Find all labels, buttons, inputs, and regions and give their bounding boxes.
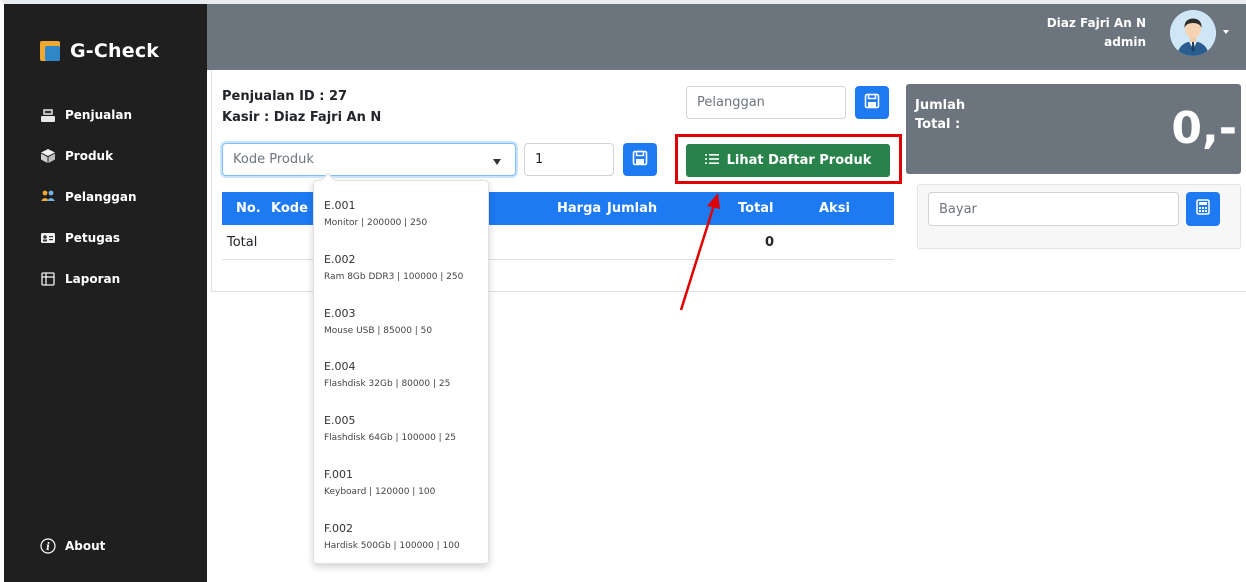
- report-icon: [40, 271, 56, 287]
- column-header-no: No.: [236, 201, 261, 216]
- jumlah-label: Jumlah: [915, 98, 966, 113]
- calculator-icon: [1196, 199, 1210, 219]
- user-role: admin: [1104, 35, 1146, 49]
- quantity-input[interactable]: 1: [524, 143, 614, 176]
- column-header-aksi: Aksi: [819, 201, 850, 216]
- chevron-down-icon[interactable]: [1223, 30, 1229, 34]
- chevron-down-icon: [493, 159, 501, 165]
- annotation-highlight-box: [675, 134, 902, 184]
- total-row-value: 0: [765, 235, 775, 250]
- quantity-value: 1: [535, 152, 544, 167]
- sidebar-item-laporan[interactable]: Laporan: [40, 258, 137, 299]
- column-header-harga: Harga: [557, 201, 602, 216]
- svg-text:i: i: [46, 542, 50, 553]
- cashier-name: Kasir : Diaz Fajri An N: [222, 110, 382, 125]
- sidebar-item-about[interactable]: i About: [40, 538, 105, 554]
- save-icon: [864, 93, 880, 113]
- product-code: E.005: [324, 414, 356, 427]
- user-avatar[interactable]: [1170, 10, 1216, 56]
- product-desc: Monitor | 200000 | 250: [324, 218, 428, 228]
- product-code: E.001: [324, 199, 356, 212]
- product-desc: Ram 8Gb DDR3 | 100000 | 250: [324, 272, 464, 282]
- calculate-button[interactable]: [1186, 192, 1220, 226]
- product-desc: Flashdisk 64Gb | 100000 | 25: [324, 433, 457, 443]
- list-item[interactable]: E.005 Flashdisk 64Gb | 100000 | 25: [324, 414, 456, 445]
- brand-name: G-Check: [70, 40, 160, 62]
- list-item[interactable]: F.001 Keyboard | 120000 | 100: [324, 468, 435, 499]
- sidebar-item-pelanggan[interactable]: Pelanggan: [40, 176, 137, 217]
- sidebar-item-label: Penjualan: [65, 107, 132, 122]
- product-code-select[interactable]: Kode Produk: [222, 143, 516, 176]
- sidebar-item-produk[interactable]: Produk: [40, 135, 137, 176]
- customer-input[interactable]: Pelanggan: [686, 86, 846, 119]
- list-item[interactable]: F.002 Hardisk 500Gb | 100000 | 100: [324, 522, 460, 553]
- info-icon: i: [40, 538, 56, 554]
- product-desc: Mouse USB | 85000 | 50: [324, 326, 433, 336]
- id-card-icon: [40, 230, 56, 246]
- sidebar-item-label: Pelanggan: [65, 189, 137, 204]
- sale-id: Penjualan ID : 27: [222, 89, 348, 104]
- sidebar-item-label: Laporan: [65, 271, 121, 286]
- brand-logo-icon: [40, 41, 60, 61]
- list-item[interactable]: E.002 Ram 8Gb DDR3 | 100000 | 250: [324, 253, 463, 284]
- user-name: Diaz Fajri An N: [1046, 16, 1146, 30]
- customer-placeholder: Pelanggan: [697, 95, 765, 110]
- payment-input[interactable]: Bayar: [928, 192, 1179, 226]
- topbar: Diaz Fajri An N admin: [207, 4, 1246, 70]
- list-item[interactable]: E.003 Mouse USB | 85000 | 50: [324, 307, 432, 338]
- save-icon: [632, 150, 648, 170]
- save-item-button[interactable]: [623, 143, 657, 176]
- sidebar-nav: Penjualan Produk Pelanggan Petugas Lapor…: [40, 94, 137, 299]
- product-code: F.002: [324, 522, 354, 535]
- box-icon: [40, 148, 56, 164]
- product-code-placeholder: Kode Produk: [233, 152, 314, 167]
- total-amount: 0,-: [1171, 103, 1237, 154]
- user-info[interactable]: Diaz Fajri An N admin: [1047, 14, 1146, 52]
- total-label: Total :: [915, 117, 961, 132]
- save-customer-button[interactable]: [855, 86, 889, 119]
- sidebar-item-petugas[interactable]: Petugas: [40, 217, 137, 258]
- product-code: E.002: [324, 253, 356, 266]
- about-label: About: [65, 539, 106, 553]
- sidebar-item-penjualan[interactable]: Penjualan: [40, 94, 137, 135]
- sidebar-item-label: Petugas: [65, 230, 121, 245]
- column-header-kode: Kode: [271, 201, 308, 216]
- product-code: E.004: [324, 360, 356, 373]
- product-desc: Flashdisk 32Gb | 80000 | 25: [324, 379, 451, 389]
- payment-placeholder: Bayar: [939, 201, 977, 217]
- brand[interactable]: G-Check: [40, 40, 159, 62]
- list-item[interactable]: E.001 Monitor | 200000 | 250: [324, 199, 427, 230]
- cash-register-icon: [40, 107, 56, 123]
- product-desc: Hardisk 500Gb | 100000 | 100: [324, 541, 460, 551]
- sidebar: G-Check Penjualan Produk Pelanggan Petug…: [4, 4, 207, 582]
- product-desc: Keyboard | 120000 | 100: [324, 487, 436, 497]
- total-row-label: Total: [227, 235, 258, 250]
- total-summary-box: Jumlah Total : 0,-: [906, 84, 1241, 174]
- product-dropdown: E.001 Monitor | 200000 | 250 E.002 Ram 8…: [313, 180, 489, 564]
- list-item[interactable]: E.004 Flashdisk 32Gb | 80000 | 25: [324, 360, 450, 391]
- product-code: E.003: [324, 307, 356, 320]
- users-icon: [40, 189, 56, 205]
- product-code: F.001: [324, 468, 354, 481]
- column-header-jumlah: Jumlah: [607, 201, 658, 216]
- column-header-total: Total: [738, 201, 774, 216]
- sidebar-item-label: Produk: [65, 148, 114, 163]
